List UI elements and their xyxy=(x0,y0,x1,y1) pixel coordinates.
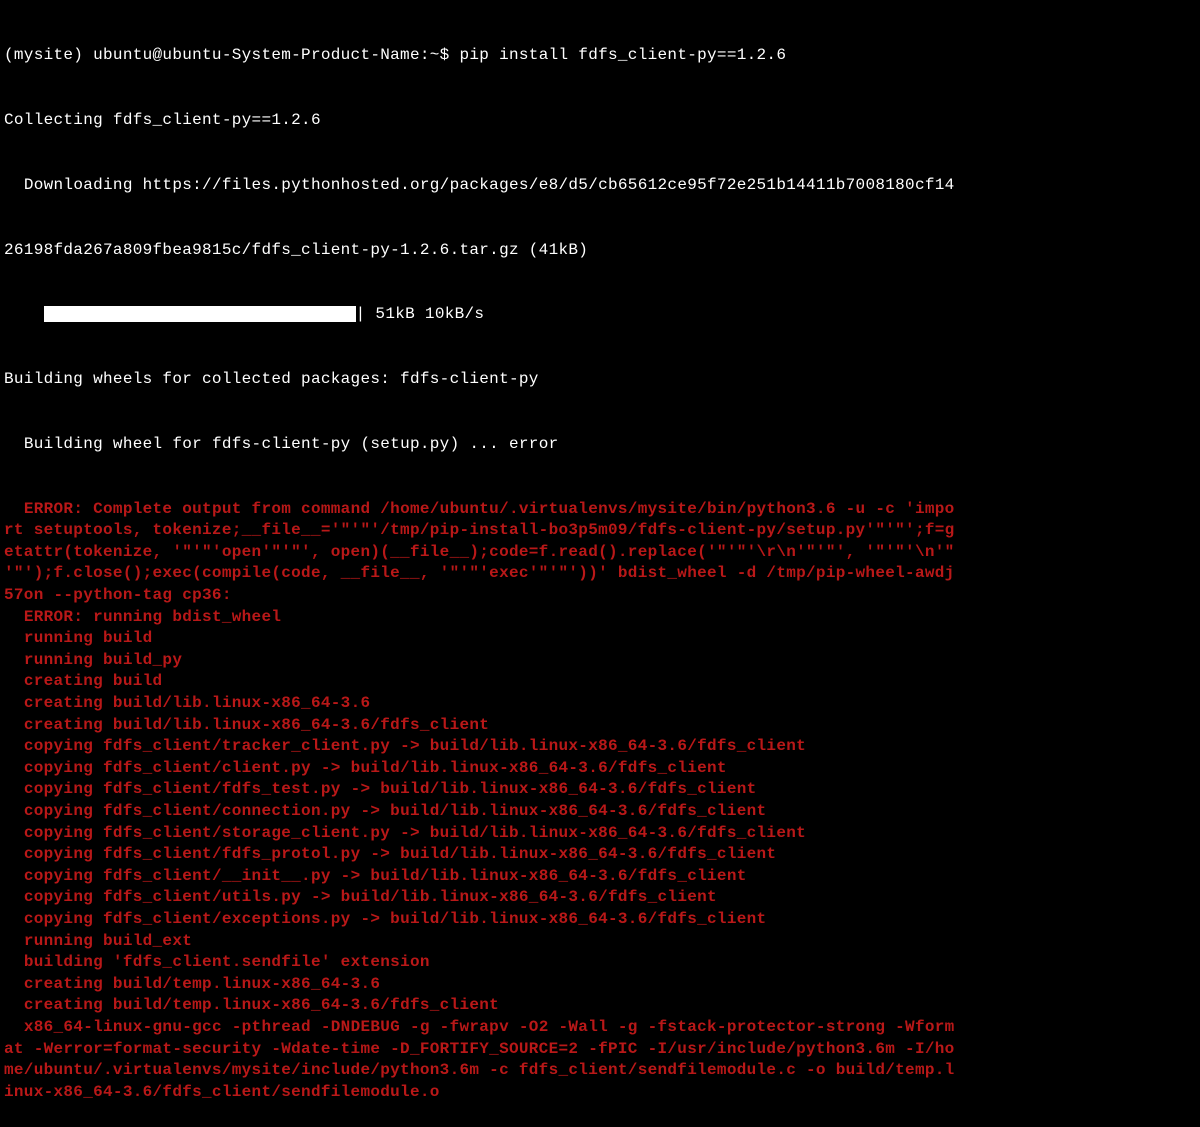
error-line: ERROR: running bdist_wheel xyxy=(4,607,1196,629)
error-line: copying fdfs_client/fdfs_test.py -> buil… xyxy=(4,779,1196,801)
error-line: creating build/temp.linux-x86_64-3.6 xyxy=(4,974,1196,996)
error-line: copying fdfs_client/fdfs_protol.py -> bu… xyxy=(4,844,1196,866)
error-output-block: ERROR: Complete output from command /hom… xyxy=(4,499,1196,1104)
error-line: creating build/temp.linux-x86_64-3.6/fdf… xyxy=(4,995,1196,1017)
prompt-line: (mysite) ubuntu@ubuntu-System-Product-Na… xyxy=(4,45,1196,67)
error-line: copying fdfs_client/__init__.py -> build… xyxy=(4,866,1196,888)
collecting-line: Collecting fdfs_client-py==1.2.6 xyxy=(4,110,1196,132)
error-line: copying fdfs_client/client.py -> build/l… xyxy=(4,758,1196,780)
typed-command: pip install fdfs_client-py==1.2.6 xyxy=(459,46,786,64)
error-line: creating build/lib.linux-x86_64-3.6 xyxy=(4,693,1196,715)
error-line: copying fdfs_client/connection.py -> bui… xyxy=(4,801,1196,823)
progress-suffix: | 51kB 10kB/s xyxy=(356,305,485,323)
error-line: rt setuptools, tokenize;__file__='"'"'/t… xyxy=(4,520,1196,542)
error-line: building 'fdfs_client.sendfile' extensio… xyxy=(4,952,1196,974)
error-line: inux-x86_64-3.6/fdfs_client/sendfilemodu… xyxy=(4,1082,1196,1104)
error-line: running build_ext xyxy=(4,931,1196,953)
shell-prompt: (mysite) ubuntu@ubuntu-System-Product-Na… xyxy=(4,46,459,64)
error-line: running build xyxy=(4,628,1196,650)
building-wheel-for-line: Building wheel for fdfs-client-py (setup… xyxy=(4,434,1196,456)
downloading-line-2: 26198fda267a809fbea9815c/fdfs_client-py-… xyxy=(4,240,1196,262)
error-line: etattr(tokenize, '"'"'open'"'"', open)(_… xyxy=(4,542,1196,564)
progress-line: | 51kB 10kB/s xyxy=(4,304,1196,326)
error-line: 57on --python-tag cp36: xyxy=(4,585,1196,607)
error-line: '"');f.close();exec(compile(code, __file… xyxy=(4,563,1196,585)
error-line: copying fdfs_client/utils.py -> build/li… xyxy=(4,887,1196,909)
progress-bar-icon xyxy=(44,306,356,322)
terminal-output[interactable]: (mysite) ubuntu@ubuntu-System-Product-Na… xyxy=(0,0,1200,1127)
error-line: at -Werror=format-security -Wdate-time -… xyxy=(4,1039,1196,1061)
error-line: copying fdfs_client/exceptions.py -> bui… xyxy=(4,909,1196,931)
downloading-line-1: Downloading https://files.pythonhosted.o… xyxy=(4,175,1196,197)
error-line: creating build xyxy=(4,671,1196,693)
building-wheels-line: Building wheels for collected packages: … xyxy=(4,369,1196,391)
error-line: copying fdfs_client/tracker_client.py ->… xyxy=(4,736,1196,758)
error-line: x86_64-linux-gnu-gcc -pthread -DNDEBUG -… xyxy=(4,1017,1196,1039)
error-line: ERROR: Complete output from command /hom… xyxy=(4,499,1196,521)
error-line: copying fdfs_client/storage_client.py ->… xyxy=(4,823,1196,845)
error-line: me/ubuntu/.virtualenvs/mysite/include/py… xyxy=(4,1060,1196,1082)
error-line: running build_py xyxy=(4,650,1196,672)
error-line: creating build/lib.linux-x86_64-3.6/fdfs… xyxy=(4,715,1196,737)
